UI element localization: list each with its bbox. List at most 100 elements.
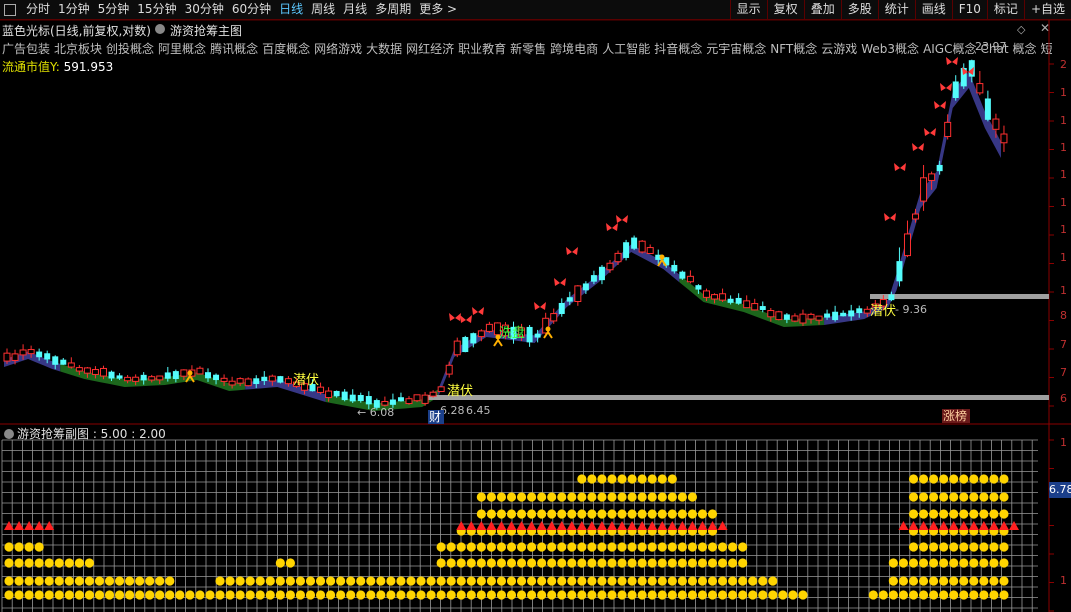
candle-body (83, 367, 91, 374)
label-cai: 财 (429, 410, 441, 424)
signal-dot (597, 509, 607, 519)
candle-body (67, 362, 75, 368)
signal-dot (657, 558, 667, 568)
butterfly-icon-1 (460, 315, 472, 323)
candle-body (952, 81, 959, 98)
signal-dot (949, 590, 959, 600)
candle-body (574, 285, 582, 303)
signal-dot (969, 590, 979, 600)
signal-dot (939, 492, 949, 502)
signal-dot (677, 558, 687, 568)
signal-dot (366, 576, 376, 586)
candle-body (791, 315, 799, 322)
candle-body (702, 290, 710, 298)
kline-chart[interactable]: 211111111877611潜伏潜伏潜伏洗盘← 6.08 6.28 6.45- 9… (0, 0, 1071, 612)
signal-dot (667, 576, 677, 586)
candle-body (606, 262, 614, 271)
signal-dot (386, 590, 396, 600)
signal-dot (627, 558, 637, 568)
signal-dot (456, 590, 466, 600)
signal-dot (748, 590, 758, 600)
signal-dot (898, 590, 909, 600)
signal-dot (959, 558, 969, 568)
candle-body (743, 300, 751, 309)
signal-dot (305, 590, 316, 600)
signal-dot (516, 542, 527, 552)
alert-triangle (466, 521, 477, 530)
candle-body (477, 330, 485, 338)
candle-body (984, 98, 991, 120)
signal-dot (44, 576, 54, 586)
alert-triangle (607, 521, 617, 530)
signal-dot (908, 474, 919, 484)
signal-dot (436, 542, 446, 552)
signal-dot (979, 590, 989, 600)
signal-dot (918, 576, 929, 586)
signal-dot (446, 542, 456, 552)
signal-dot (979, 542, 989, 552)
candle-body (277, 376, 284, 383)
butterfly-icon-12 (934, 101, 946, 109)
signal-dot (104, 576, 115, 586)
axis-label-0: 2 (1060, 58, 1067, 71)
signal-dot (607, 474, 617, 484)
signal-dot (54, 576, 64, 586)
signal-dot (135, 576, 145, 586)
signal-dot (929, 542, 939, 552)
sub-settings-icon[interactable] (4, 429, 14, 439)
signal-dot (255, 576, 265, 586)
signal-dot (657, 542, 667, 552)
signal-dot (64, 558, 74, 568)
signal-dot (275, 576, 285, 586)
signal-dot (476, 509, 486, 519)
signal-dot (557, 509, 567, 519)
signal-dot (265, 590, 275, 600)
signal-dot (94, 590, 105, 600)
candle-body (840, 312, 847, 317)
signal-dot (949, 558, 959, 568)
signal-dot (647, 542, 657, 552)
butterfly-icon-5 (566, 247, 578, 255)
signal-dot (577, 576, 587, 586)
signal-dot (778, 590, 788, 600)
candle-body (172, 371, 179, 380)
candle-body (1000, 133, 1008, 144)
axis-label-11: 7 (1060, 366, 1067, 379)
candle-body (349, 394, 356, 402)
candle-body (751, 303, 759, 311)
signal-dot (476, 558, 486, 568)
butterfly-icon-10 (912, 143, 924, 151)
candle-body (52, 356, 59, 365)
signal-dot (446, 590, 456, 600)
candle-body (912, 213, 920, 220)
candle-body (156, 375, 164, 381)
signal-dot (506, 576, 517, 586)
alert-triangle (586, 521, 597, 530)
alert-triangle (516, 521, 527, 530)
signal-dot (959, 492, 969, 502)
signal-dot (466, 542, 476, 552)
signal-dot (466, 576, 476, 586)
signal-dot (748, 576, 758, 586)
sub-indicator-name[interactable]: 游资抢筹副图 : 5.00 : 2.00 (17, 427, 166, 441)
label-latent-1: 潜伏 (293, 373, 319, 388)
signal-dot (175, 590, 185, 600)
candle-body (19, 349, 27, 356)
signal-dot (567, 509, 577, 519)
alert-triangle (667, 521, 678, 530)
signal-dot (607, 576, 617, 586)
candle-body (888, 294, 895, 301)
signal-dot (496, 542, 507, 552)
signal-dot (597, 590, 607, 600)
signal-dot (476, 492, 486, 502)
signal-dot (617, 474, 627, 484)
candle-body (727, 298, 734, 303)
signal-dot (717, 558, 728, 568)
signal-dot (999, 492, 1009, 502)
signal-dot (989, 558, 999, 568)
candle-body (196, 367, 204, 375)
axis-label-1: 1 (1060, 86, 1067, 99)
signal-dot (717, 576, 728, 586)
signal-dot (969, 492, 979, 502)
alert-triangle (998, 521, 1009, 530)
